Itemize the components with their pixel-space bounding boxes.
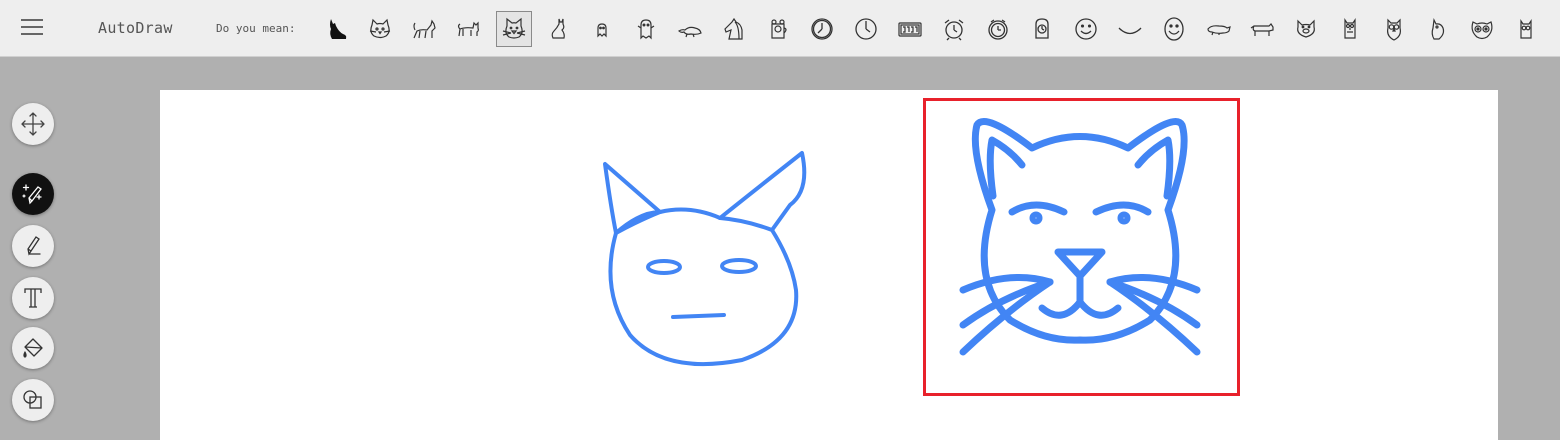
smiley-face-icon: [1075, 18, 1097, 40]
cat-face-icon: [369, 18, 391, 39]
suggestion-walking-cat[interactable]: [406, 11, 442, 47]
ghost-icon: [637, 19, 655, 40]
paint-bucket-icon: [23, 338, 43, 358]
cat-standing-icon: [457, 21, 479, 37]
suggestion-cat-face-outline[interactable]: [496, 11, 532, 47]
suggestion-ghost[interactable]: [628, 11, 664, 47]
hamburger-menu-button[interactable]: [14, 15, 50, 43]
suggestion-wall-clock[interactable]: [848, 11, 884, 47]
fill-tool[interactable]: [12, 327, 54, 369]
owl-partial-icon: [1520, 19, 1532, 39]
magic-pencil-icon: [22, 184, 42, 205]
suggestion-owl-partial[interactable]: [1508, 11, 1544, 47]
clock-icon: [811, 18, 833, 40]
suggestion-cat-standing[interactable]: [450, 11, 486, 47]
desk-clock-icon: [1035, 18, 1049, 39]
suggestion-cat-face[interactable]: [362, 11, 398, 47]
suggestion-black-cat-silhouette[interactable]: [318, 11, 354, 47]
top-toolbar: AutoDraw Do you mean:: [0, 0, 1560, 57]
sitting-cat-icon: [551, 18, 565, 39]
suggestion-owl-face[interactable]: [1464, 11, 1500, 47]
drawing-canvas[interactable]: [160, 90, 1498, 440]
suggestion-alarm-clock-round[interactable]: [980, 11, 1016, 47]
suggestion-pig-face[interactable]: [1288, 11, 1324, 47]
small-ghost-icon: [597, 23, 607, 38]
draw-tool[interactable]: [12, 225, 54, 267]
text-t-icon: [24, 288, 42, 308]
pig-face-icon: [1297, 19, 1315, 38]
suggestion-owl[interactable]: [1376, 11, 1412, 47]
suggestion-small-ghost[interactable]: [584, 11, 620, 47]
suggestion-platypus[interactable]: [672, 11, 708, 47]
alarm-clock-round-icon: [988, 19, 1008, 40]
owl-simple-icon: [1431, 17, 1445, 40]
digital-clock-icon: [898, 22, 922, 37]
suggestion-desk-clock[interactable]: [1024, 11, 1060, 47]
platypus-icon: [678, 26, 702, 38]
shapes-icon: [23, 390, 42, 409]
suggestion-sitting-cat[interactable]: [540, 11, 576, 47]
app-title: AutoDraw: [98, 19, 173, 37]
suggestion-horse-head[interactable]: [716, 11, 752, 47]
pig-standing-icon: [1250, 23, 1274, 36]
owl-small-icon: [1344, 18, 1356, 39]
black-cat-silhouette-icon: [330, 19, 347, 39]
hamburger-menu-icon: [21, 19, 43, 21]
owl-face-icon: [1471, 21, 1493, 40]
pencil-icon: [27, 236, 41, 256]
owl-icon: [1387, 18, 1401, 41]
suggestions-label: Do you mean:: [216, 22, 296, 35]
type-tool[interactable]: [12, 277, 54, 319]
suggestion-owl-simple[interactable]: [1420, 11, 1456, 47]
smile-icon: [1118, 27, 1142, 35]
suggestion-pig-standing[interactable]: [1244, 11, 1280, 47]
walking-cat-icon: [413, 19, 436, 39]
suggestion-digital-clock[interactable]: [892, 11, 928, 47]
bear-mug-icon: [771, 19, 787, 39]
wall-clock-icon: [855, 18, 877, 40]
suggestion-pig[interactable]: [1200, 11, 1236, 47]
autodraw-tool[interactable]: [12, 173, 54, 215]
horse-head-icon: [724, 17, 743, 40]
suggestion-smile[interactable]: [1112, 11, 1148, 47]
suggestion-owl-small[interactable]: [1332, 11, 1368, 47]
suggestion-alarm-clock[interactable]: [936, 11, 972, 47]
suggestion-bear-mug[interactable]: [760, 11, 796, 47]
alarm-clock-icon: [944, 19, 964, 41]
pig-icon: [1207, 25, 1231, 36]
shape-tool[interactable]: [12, 379, 54, 421]
select-tool[interactable]: [12, 103, 54, 145]
suggestion-smiley-face-oval[interactable]: [1156, 11, 1192, 47]
move-arrows-icon: [21, 112, 45, 136]
suggestion-smiley-face[interactable]: [1068, 11, 1104, 47]
suggestion-clock[interactable]: [804, 11, 840, 47]
smiley-face-oval-icon: [1164, 17, 1184, 41]
suggestion-selection-box[interactable]: [923, 98, 1240, 396]
cat-face-outline-icon: [502, 17, 526, 39]
